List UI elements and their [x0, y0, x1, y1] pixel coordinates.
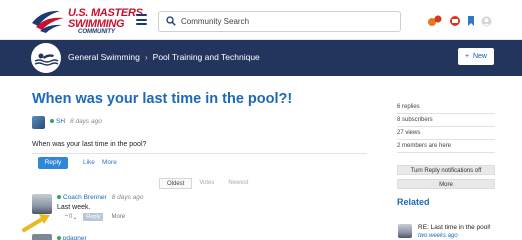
search-box[interactable] — [158, 11, 401, 32]
annotation-arrow-icon — [22, 214, 50, 232]
reply-meta: pdagner — [57, 235, 87, 240]
post-meta: SH 8 days ago — [50, 118, 102, 125]
author-name[interactable]: Coach Brenner — [63, 194, 107, 201]
online-status-icon — [57, 195, 61, 200]
avatar[interactable] — [32, 194, 52, 214]
messages-icon[interactable] — [449, 15, 461, 27]
breadcrumb-pool-training[interactable]: Pool Training and Technique — [153, 52, 260, 62]
new-post-button[interactable]: + New — [458, 48, 494, 65]
reply-button[interactable]: Reply — [38, 157, 68, 169]
sort-oldest[interactable]: Oldest — [159, 178, 193, 189]
sort-votes[interactable]: Votes — [192, 178, 221, 189]
reply-actions: ⌃ 0 ⌄ Reply More — [64, 213, 125, 221]
stat-replies: 6 replies — [397, 101, 495, 114]
author-name[interactable]: SH — [56, 118, 65, 125]
notifications-icon[interactable] — [427, 15, 443, 28]
more-button[interactable]: More — [397, 179, 495, 189]
sort-newest[interactable]: Newest — [221, 178, 255, 189]
online-status-icon — [50, 119, 54, 124]
more-link[interactable]: More — [102, 159, 117, 166]
category-banner: General Swimming › Pool Training and Techn… — [0, 40, 522, 76]
reply-button[interactable]: Reply — [83, 213, 104, 221]
divider — [32, 153, 367, 154]
reply-body: Last week. — [57, 204, 91, 211]
like-link[interactable]: Like — [83, 159, 95, 166]
reply-time[interactable]: 8 days ago — [112, 194, 144, 201]
post-body: When was your last time in the pool? — [32, 141, 147, 148]
search-icon — [166, 16, 176, 26]
avatar[interactable] — [32, 234, 52, 240]
related-heading: Related — [397, 197, 430, 207]
plus-icon: + — [465, 53, 470, 60]
breadcrumb-general-swimming[interactable]: General Swimming — [68, 52, 140, 62]
avatar[interactable] — [32, 116, 45, 129]
breadcrumb-separator-icon: › — [144, 52, 148, 62]
search-input[interactable] — [181, 14, 391, 29]
thread-stats: 6 replies 8 subscribers 27 views 2 membe… — [397, 101, 495, 153]
category-logo[interactable] — [31, 43, 61, 73]
logo-line-3: COMMUNITY — [78, 29, 115, 35]
header-icons — [427, 14, 492, 28]
new-label: New — [472, 53, 487, 60]
menu-icon[interactable] — [136, 14, 147, 25]
usms-logo[interactable]: U.S. MASTERS SWIMMING COMMUNITY — [30, 6, 143, 36]
reply-notifications-button[interactable]: Turn Reply notifications off — [397, 165, 495, 175]
downvote-icon[interactable]: ⌄ — [72, 214, 77, 221]
reply-meta: Coach Brenner 8 days ago — [57, 194, 144, 201]
stat-members-here[interactable]: 2 members are here — [397, 140, 495, 153]
post-time[interactable]: 8 days ago — [70, 118, 102, 125]
more-link[interactable]: More — [111, 214, 125, 220]
swimmer-icon — [34, 53, 59, 66]
online-status-icon — [57, 236, 61, 240]
author-name[interactable]: pdagner — [63, 235, 87, 240]
user-icon[interactable] — [481, 16, 492, 27]
breadcrumb: General Swimming › Pool Training and Techn… — [68, 52, 260, 62]
bookmark-icon[interactable] — [467, 15, 475, 27]
related-item-title[interactable]: RE: Last time in the pool! — [418, 224, 491, 231]
logo-mark-icon — [32, 10, 64, 33]
sort-tabs: Oldest Votes Newest — [159, 178, 255, 189]
top-header: U.S. MASTERS SWIMMING COMMUNITY — [0, 0, 522, 40]
stat-views: 27 views — [397, 127, 495, 140]
thread-title: When was your last time in the pool?! — [32, 91, 293, 107]
avatar[interactable] — [398, 224, 412, 238]
related-item-time: two weeks ago — [418, 233, 458, 239]
stat-subscribers: 8 subscribers — [397, 114, 495, 127]
